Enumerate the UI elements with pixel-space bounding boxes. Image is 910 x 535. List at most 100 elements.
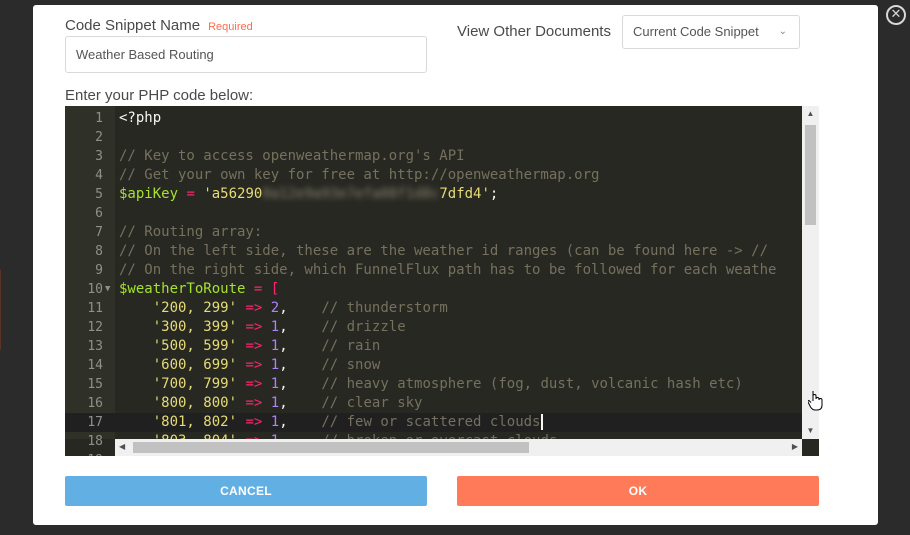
code-comment: // clear sky bbox=[321, 395, 423, 411]
line-number: 5 bbox=[95, 187, 103, 202]
code-string: '500, 599' bbox=[152, 338, 238, 354]
code-number: 1 bbox=[270, 338, 280, 354]
horizontal-scrollbar[interactable]: ◀ ▶ bbox=[115, 439, 802, 456]
code-string: '700, 799' bbox=[152, 376, 238, 392]
close-icon[interactable]: ✕ bbox=[886, 5, 906, 25]
line-number: 8 bbox=[95, 244, 103, 259]
code-string: 7dfd4' bbox=[439, 186, 490, 202]
code-line: 1 <?php bbox=[65, 109, 802, 128]
code-string: 'a56290 bbox=[203, 186, 263, 202]
code-comment: // Get your own key for free at http://o… bbox=[119, 167, 600, 183]
code-variable: $apiKey bbox=[119, 186, 179, 202]
code-comment: // drizzle bbox=[321, 319, 406, 335]
route-lines: 11 '200, 299' => 2, // thunderstorm 12 '3… bbox=[65, 299, 802, 456]
line-number: 16 bbox=[87, 396, 103, 411]
scroll-right-arrow-icon[interactable]: ▶ bbox=[792, 442, 798, 451]
code-comment: // few or scattered clouds bbox=[321, 414, 541, 430]
code-line: 2 bbox=[65, 128, 802, 147]
line-number: 6 bbox=[95, 206, 103, 221]
code-string: '200, 299' bbox=[152, 300, 238, 316]
code-operator: => bbox=[245, 338, 263, 354]
line-number: 19 bbox=[65, 451, 103, 456]
snippet-name-input[interactable] bbox=[65, 36, 427, 73]
code-comment: // Key to access openweathermap.org's AP… bbox=[119, 148, 465, 164]
code-comment: // rain bbox=[321, 338, 381, 354]
code-string: '800, 800' bbox=[152, 395, 238, 411]
code-editor[interactable]: 1 <?php 2 3 // Key to access openweatherma… bbox=[65, 106, 819, 456]
line-number: 4 bbox=[95, 168, 103, 183]
code-line: 4 // Get your own key for free at http://… bbox=[65, 166, 802, 185]
select-value: Current Code Snippet bbox=[633, 24, 759, 39]
code-text: , bbox=[279, 338, 322, 354]
code-label: Enter your PHP code below: bbox=[65, 87, 254, 104]
code-text: , bbox=[279, 319, 322, 335]
backdrop-decoration bbox=[0, 270, 8, 350]
code-operator: = [ bbox=[245, 281, 280, 297]
code-number: 1 bbox=[270, 376, 280, 392]
code-line: 9 // On the right side, which FunnelFlux … bbox=[65, 261, 802, 280]
code-line: 7 // Routing array: bbox=[65, 223, 802, 242]
horizontal-scroll-thumb[interactable] bbox=[133, 442, 529, 453]
line-number: 10 bbox=[87, 282, 103, 297]
code-line: 3 // Key to access openweathermap.org's A… bbox=[65, 147, 802, 166]
required-badge: Required bbox=[208, 21, 253, 33]
code-string: '600, 699' bbox=[152, 357, 238, 373]
line-number: 1 bbox=[95, 111, 103, 126]
code-text: ; bbox=[489, 186, 499, 202]
line-number: 17 bbox=[87, 415, 103, 430]
code-number: 1 bbox=[270, 319, 280, 335]
code-operator: => bbox=[245, 376, 263, 392]
line-number: 7 bbox=[95, 225, 103, 240]
code-operator: => bbox=[245, 300, 263, 316]
ok-button[interactable]: OK bbox=[457, 476, 819, 506]
line-number: 3 bbox=[95, 149, 103, 164]
code-text: , bbox=[279, 376, 322, 392]
snippet-name-label-text: Code Snippet Name bbox=[65, 17, 201, 34]
code-operator: => bbox=[245, 319, 263, 335]
code-snippet-modal: Code Snippet Name Required View Other Doc… bbox=[33, 5, 878, 525]
line-number: 11 bbox=[87, 301, 103, 316]
code-comment: // Routing array: bbox=[119, 224, 263, 240]
code-line: 8 // On the left side, these are the weat… bbox=[65, 242, 802, 261]
code-line: 10 ▼ $weatherToRoute = [ bbox=[65, 280, 802, 299]
cancel-button[interactable]: CANCEL bbox=[65, 476, 427, 506]
code-comment: // On the left side, these are the weath… bbox=[119, 243, 769, 259]
code-line: 16 '800, 800' => 1, // clear sky bbox=[65, 394, 802, 413]
code-line: 11 '200, 299' => 2, // thunderstorm bbox=[65, 299, 802, 318]
line-number: 14 bbox=[87, 358, 103, 373]
view-other-documents-label: View Other Documents bbox=[457, 23, 611, 40]
code-number: 1 bbox=[270, 395, 280, 411]
code-comment: // thunderstorm bbox=[321, 300, 448, 316]
code-variable: $weatherToRoute bbox=[119, 281, 246, 297]
code-text: , bbox=[279, 357, 322, 373]
scroll-left-arrow-icon[interactable]: ◀ bbox=[119, 442, 125, 451]
fold-arrow-icon[interactable]: ▼ bbox=[105, 280, 110, 299]
code-line: 12 '300, 399' => 1, // drizzle bbox=[65, 318, 802, 337]
scroll-up-arrow-icon[interactable]: ▲ bbox=[802, 109, 819, 118]
code-line: 13 '500, 599' => 1, // rain bbox=[65, 337, 802, 356]
code-comment: // heavy atmosphere (fog, dust, volcanic… bbox=[321, 376, 743, 392]
chevron-down-icon: ⌄ bbox=[778, 26, 787, 37]
code-lines: 1 <?php 2 3 // Key to access openweatherma… bbox=[65, 109, 802, 456]
vertical-scroll-thumb[interactable] bbox=[805, 125, 816, 225]
code-comment: // On the right side, which FunnelFlux p… bbox=[119, 262, 777, 278]
code-line: 6 bbox=[65, 204, 802, 223]
text-cursor bbox=[540, 414, 543, 430]
line-number: 18 bbox=[87, 434, 103, 449]
code-text: , bbox=[279, 300, 322, 316]
scroll-down-arrow-icon[interactable]: ▼ bbox=[802, 426, 819, 435]
code-line: 15 '700, 799' => 1, // heavy atmosphere … bbox=[65, 375, 802, 394]
view-other-documents-select[interactable]: Current Code Snippet ⌄ bbox=[622, 15, 800, 49]
